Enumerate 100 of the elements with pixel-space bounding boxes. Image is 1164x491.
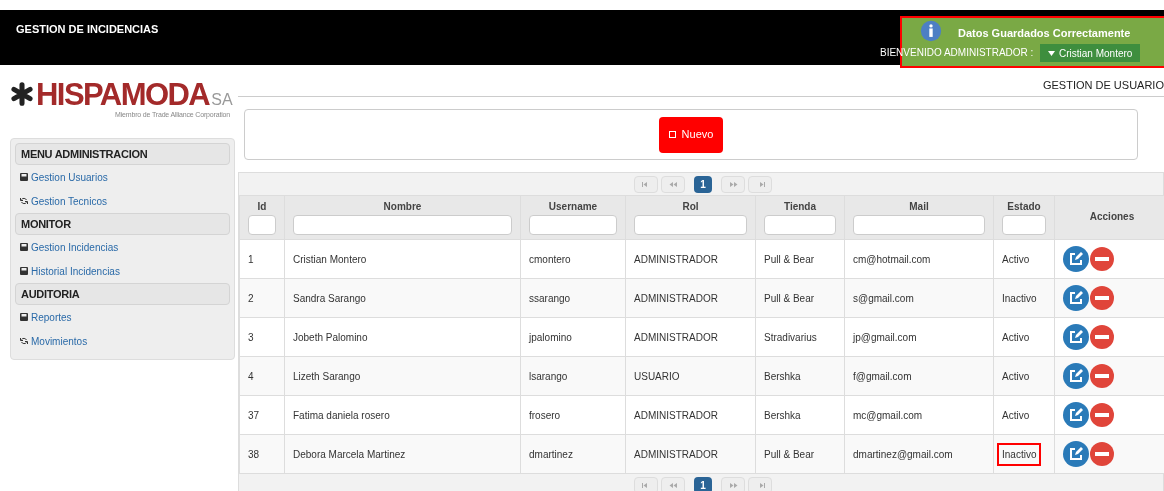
delete-button[interactable] bbox=[1090, 403, 1114, 427]
edit-icon bbox=[1069, 330, 1083, 344]
pager-arrow-icon bbox=[668, 482, 678, 488]
column-header: Id bbox=[256, 200, 268, 214]
column-header: Tienda bbox=[782, 200, 817, 214]
sidebar-link[interactable]: Movimientos bbox=[15, 329, 230, 353]
sidebar-link[interactable]: Gestion Incidencias bbox=[15, 235, 230, 259]
table-cell: Activo bbox=[1002, 331, 1030, 343]
column-header: Nombre bbox=[382, 200, 423, 214]
edit-button[interactable] bbox=[1063, 285, 1089, 311]
refresh-icon bbox=[20, 337, 28, 345]
user-menu-button[interactable]: Cristian Montero bbox=[1040, 44, 1141, 62]
table-cell: 38 bbox=[248, 448, 260, 460]
delete-button[interactable] bbox=[1090, 325, 1114, 349]
edit-button[interactable] bbox=[1063, 363, 1089, 389]
section-header: AUDITORIA bbox=[15, 283, 230, 305]
edit-icon bbox=[1069, 252, 1083, 266]
edit-icon bbox=[1069, 408, 1083, 422]
edit-button[interactable] bbox=[1063, 324, 1089, 350]
filter-field[interactable] bbox=[529, 215, 617, 235]
table-cell: 1 bbox=[248, 253, 254, 265]
column-header: Estado bbox=[1006, 200, 1042, 214]
table-cell: 4 bbox=[248, 370, 254, 382]
page-title: GESTION DE USUARIO bbox=[1042, 77, 1164, 93]
filter-field[interactable] bbox=[248, 215, 276, 235]
filter-field[interactable] bbox=[293, 215, 512, 235]
page-button[interactable]: 1 bbox=[694, 476, 712, 491]
table-cell: ADMINISTRADOR bbox=[634, 409, 718, 421]
pager-button[interactable] bbox=[661, 476, 685, 491]
pager-button[interactable] bbox=[721, 175, 745, 193]
pager-button[interactable] bbox=[748, 476, 772, 491]
pager-button[interactable] bbox=[721, 476, 745, 491]
sidebar-link[interactable]: Gestion Tecnicos bbox=[15, 189, 230, 213]
minus-icon bbox=[1095, 296, 1109, 300]
table-cell: Activo bbox=[1002, 370, 1030, 382]
filter-field[interactable] bbox=[764, 215, 836, 235]
filter-field[interactable] bbox=[1002, 215, 1046, 235]
delete-button[interactable] bbox=[1090, 364, 1114, 388]
table-cell: Inactivo bbox=[1002, 292, 1037, 304]
edit-button[interactable] bbox=[1063, 402, 1089, 428]
table-cell: Lizeth Sarango bbox=[293, 370, 361, 382]
table-cell: USUARIO bbox=[634, 370, 680, 382]
table-cell: Bershka bbox=[764, 370, 801, 382]
page-button[interactable]: 1 bbox=[694, 175, 712, 193]
table-cell: dmartinez@gmail.com bbox=[853, 448, 953, 460]
table-cell: Pull & Bear bbox=[764, 448, 815, 460]
table-cell: Inactivo bbox=[997, 442, 1042, 466]
add-icon bbox=[668, 131, 676, 138]
table-cell: cm@hotmail.com bbox=[853, 253, 931, 265]
edit-button[interactable] bbox=[1063, 246, 1089, 272]
info-icon bbox=[920, 20, 942, 42]
table-cell: cmontero bbox=[529, 253, 571, 265]
delete-button[interactable] bbox=[1090, 442, 1114, 466]
table-cell: jp@gmail.com bbox=[853, 331, 917, 343]
pager-button[interactable] bbox=[748, 175, 772, 193]
table-cell: Pull & Bear bbox=[764, 292, 815, 304]
app-title: GESTION DE INCIDENCIAS bbox=[16, 22, 159, 37]
minus-icon bbox=[1095, 374, 1109, 378]
delete-button[interactable] bbox=[1090, 247, 1114, 271]
table-cell: dmartinez bbox=[529, 448, 573, 460]
table-cell: Cristian Montero bbox=[293, 253, 367, 265]
sidebar-link[interactable]: Gestion Usuarios bbox=[15, 165, 230, 189]
table-cell: Sandra Sarango bbox=[293, 292, 366, 304]
table-cell: f@gmail.com bbox=[853, 370, 912, 382]
table-cell: Stradivarius bbox=[764, 331, 817, 343]
filter-field[interactable] bbox=[634, 215, 747, 235]
table-cell: Fatima daniela rosero bbox=[293, 409, 390, 421]
toast-message: Datos Guardados Correctamente bbox=[958, 26, 1131, 41]
column-header: Acciones bbox=[1088, 210, 1136, 224]
table-cell: 2 bbox=[248, 292, 254, 304]
asterisk-icon bbox=[10, 82, 34, 106]
table-cell: Debora Marcela Martinez bbox=[293, 448, 406, 460]
pager-arrow-icon bbox=[668, 181, 678, 187]
sidebar-link[interactable]: Reportes bbox=[15, 305, 230, 329]
pager-button[interactable] bbox=[634, 175, 658, 193]
table-cell: 3 bbox=[248, 331, 254, 343]
sidebar-link[interactable]: Historial Incidencias bbox=[15, 259, 230, 283]
edit-button[interactable] bbox=[1063, 441, 1089, 467]
table-cell: lsarango bbox=[529, 370, 568, 382]
section-header: MENU ADMINISTRACION bbox=[15, 143, 230, 165]
pager-button[interactable] bbox=[634, 476, 658, 491]
table-cell: mc@gmail.com bbox=[853, 409, 923, 421]
table-cell: ADMINISTRADOR bbox=[634, 448, 718, 460]
delete-button[interactable] bbox=[1090, 286, 1114, 310]
table-cell: frosero bbox=[529, 409, 561, 421]
table-cell: ssarango bbox=[529, 292, 571, 304]
pager-arrow-icon bbox=[728, 482, 738, 488]
table-cell: ADMINISTRADOR bbox=[634, 253, 718, 265]
pager-button[interactable] bbox=[661, 175, 685, 193]
new-button[interactable]: Nuevo bbox=[658, 116, 724, 153]
minus-icon bbox=[1095, 452, 1109, 456]
table-cell: jpalomino bbox=[529, 331, 572, 343]
filter-field[interactable] bbox=[853, 215, 985, 235]
logo-name: HISPAMODA bbox=[36, 79, 210, 110]
column-header: Username bbox=[547, 200, 599, 214]
table-cell: 37 bbox=[248, 409, 260, 421]
table-cell: ADMINISTRADOR bbox=[634, 292, 718, 304]
caret-icon bbox=[1048, 50, 1055, 56]
column-header: Rol bbox=[681, 200, 700, 214]
section-header: MONITOR bbox=[15, 213, 230, 235]
